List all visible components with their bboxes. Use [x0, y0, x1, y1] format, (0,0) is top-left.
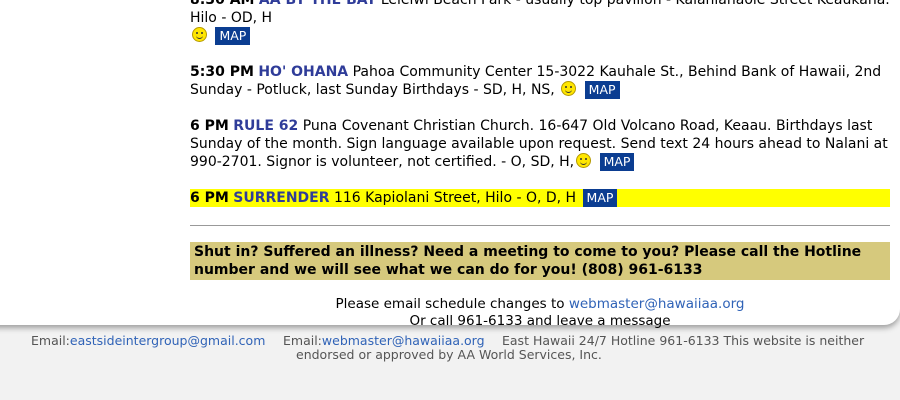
meeting-ho-ohana: 5:30 PM HO' OHANA Pahoa Community Center…	[190, 63, 890, 99]
webmaster-footer-email-link[interactable]: webmaster@hawaiiaa.org	[322, 333, 485, 348]
footer-disclaimer: endorsed or approved by AA World Service…	[296, 347, 602, 362]
map-button[interactable]: MAP	[582, 189, 618, 207]
meeting-name-link[interactable]: SURRENDER	[233, 190, 329, 206]
smiley-face-icon	[192, 27, 207, 42]
meeting-aa-by-the-bay: 8:30 AM AA BY THE BAY Leleiwi Beach Park…	[190, 0, 890, 45]
meeting-time: 8:30 AM	[190, 0, 255, 8]
meeting-name-link[interactable]: AA BY THE BAY	[259, 0, 376, 8]
footer-email-1: Email:eastsideintergroup@gmail.com	[31, 334, 265, 348]
map-button[interactable]: MAP	[599, 153, 635, 171]
meeting-list: 8:30 AM AA BY THE BAY Leleiwi Beach Park…	[190, 0, 890, 330]
footer-hotline-note: East Hawaii 24/7 Hotline 961-6133 This w…	[502, 333, 865, 348]
call-message: Or call 961-6133 and leave a message	[409, 313, 671, 329]
meeting-time: 6 PM	[190, 118, 229, 134]
meeting-time: 5:30 PM	[190, 64, 254, 80]
smiley-face-icon	[561, 81, 577, 96]
meeting-rule-62: 6 PM RULE 62 Puna Covenant Christian Chu…	[190, 117, 890, 171]
footer-email-2: Email:webmaster@hawaiiaa.org	[283, 334, 485, 348]
divider	[190, 225, 890, 226]
meeting-surrender: 6 PM SURRENDER 116 Kapiolani Street, Hil…	[190, 189, 890, 207]
shut-in-notice: Shut in? Suffered an illness? Need a mee…	[190, 242, 890, 280]
eastside-email-link[interactable]: eastsideintergroup@gmail.com	[70, 333, 265, 348]
schedule-changes: Please email schedule changes to webmast…	[190, 296, 890, 330]
webmaster-email-link[interactable]: webmaster@hawaiiaa.org	[569, 296, 745, 312]
smiley-face-icon	[576, 153, 592, 168]
footer-email-label: Email:	[31, 333, 70, 348]
map-button[interactable]: MAP	[215, 27, 251, 45]
meeting-name-link[interactable]: RULE 62	[233, 118, 298, 134]
schedule-prefix: Please email schedule changes to	[335, 296, 565, 312]
meeting-time: 6 PM	[190, 190, 229, 206]
footer-email-label: Email:	[283, 333, 322, 348]
meeting-name-link[interactable]: HO' OHANA	[258, 64, 348, 80]
meeting-details: 116 Kapiolani Street, Hilo - O, D, H	[333, 190, 577, 206]
map-button[interactable]: MAP	[584, 81, 620, 99]
